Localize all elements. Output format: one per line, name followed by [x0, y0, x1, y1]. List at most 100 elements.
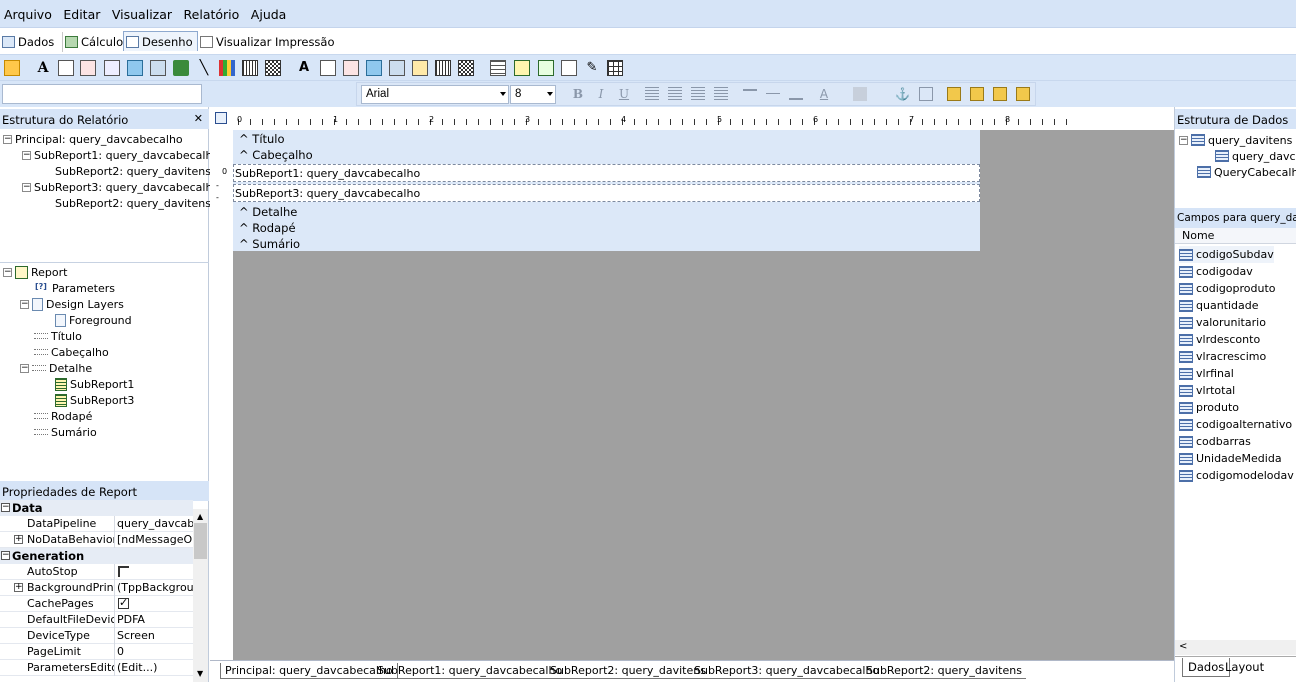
justify-icon[interactable] [714, 87, 728, 101]
property-value[interactable]: PDFA [117, 613, 193, 626]
tab-principal[interactable]: Principal: query_davcabecalho [220, 663, 398, 679]
tree-item-sumario[interactable]: Sumário [34, 424, 97, 440]
line-tool-icon[interactable]: ╲ [196, 60, 212, 76]
bring-to-front-icon[interactable] [947, 87, 961, 101]
subreport-tool-icon[interactable] [514, 60, 530, 76]
tab-subreport3[interactable]: SubReport3: query_davcabecalho [690, 663, 884, 679]
menu-ajuda[interactable]: Ajuda [247, 0, 291, 22]
field-item[interactable]: vlrfinal [1179, 365, 1234, 382]
fields-column-header[interactable]: Nome [1175, 228, 1296, 244]
field-item[interactable]: codigoSubdav [1179, 246, 1274, 263]
tree-item-report[interactable]: − Report [3, 264, 67, 280]
border-icon[interactable] [919, 87, 933, 101]
region-tool-icon[interactable] [490, 60, 506, 76]
data-tree-item[interactable]: query_davca [1215, 148, 1296, 164]
tab-calculo[interactable]: Cálculo [62, 32, 127, 52]
subreport1-component[interactable]: SubReport1: query_davcabecalho [233, 164, 980, 182]
scroll-thumb[interactable] [194, 523, 207, 559]
tree-item-parameters[interactable]: [?] Parameters [35, 280, 115, 296]
field-item[interactable]: produto [1179, 399, 1239, 416]
collapse-icon[interactable]: − [20, 299, 29, 309]
dbtext-tool-icon[interactable]: A [296, 60, 312, 76]
property-row[interactable]: + NoDataBehaviors[ndMessageOnl [0, 532, 193, 548]
band-sumario[interactable]: ^ Sumário [239, 237, 300, 252]
property-value[interactable]: Screen [117, 629, 193, 642]
select-pointer-icon[interactable] [4, 60, 20, 76]
systemvariable-tool-icon[interactable] [104, 60, 120, 76]
align-right-icon[interactable] [691, 87, 705, 101]
tree-item-detalhe[interactable]: − Detalhe [20, 360, 92, 376]
collapse-icon[interactable]: − [3, 134, 12, 144]
category-generation[interactable]: − Generation [0, 548, 193, 564]
field-item[interactable]: valorunitario [1179, 314, 1266, 331]
property-row[interactable]: + BackgroundPrintS(TppBackgroun [0, 580, 193, 596]
menu-visualizar[interactable]: Visualizar [108, 0, 176, 22]
tree-item[interactable]: − SubReport1: query_davcabecalho [22, 147, 219, 163]
property-row[interactable]: AutoStop [0, 564, 193, 580]
richtext-tool-icon[interactable] [80, 60, 96, 76]
collapse-icon[interactable]: − [1, 503, 10, 512]
field-item[interactable]: codigodav [1179, 263, 1253, 280]
italic-button[interactable]: I [594, 87, 608, 101]
data-tree-item[interactable]: − query_davitens [1179, 132, 1292, 148]
field-item[interactable]: vlracrescimo [1179, 348, 1266, 365]
scroll-left-icon[interactable]: < [1179, 641, 1187, 652]
field-item[interactable]: quantidade [1179, 297, 1259, 314]
tree-item-design-layers[interactable]: − Design Layers [20, 296, 124, 312]
menu-arquivo[interactable]: Arquivo [0, 0, 56, 22]
db2d-barcode-tool-icon[interactable] [458, 60, 474, 76]
tab-subreport2[interactable]: SubReport2: query_davitens [546, 663, 710, 679]
expand-icon[interactable]: + [14, 583, 23, 592]
close-icon[interactable]: ✕ [194, 112, 203, 125]
component-name-input[interactable] [2, 84, 202, 104]
collapse-icon[interactable]: − [3, 267, 12, 277]
tree-item[interactable]: − SubReport3: query_davcabecalho [22, 179, 219, 195]
bold-button[interactable]: B [571, 87, 585, 101]
chart-tool-icon[interactable] [219, 60, 235, 76]
highlight-color-icon[interactable] [853, 87, 867, 101]
collapse-icon[interactable]: − [1179, 135, 1188, 145]
send-to-back-icon[interactable] [970, 87, 984, 101]
properties-scrollbar[interactable]: ▲ ▼ [193, 509, 208, 682]
tree-item-foreground[interactable]: Foreground [55, 312, 132, 328]
menu-relatorio[interactable]: Relatório [180, 0, 244, 22]
tree-item-subreport1[interactable]: SubReport1 [55, 376, 134, 392]
memo-tool-icon[interactable] [58, 60, 74, 76]
fields-hscrollbar[interactable]: < [1175, 640, 1296, 655]
field-item[interactable]: vlrdesconto [1179, 331, 1260, 348]
anchor-icon[interactable]: ⚓ [895, 87, 910, 101]
tab-subreport2b[interactable]: SubReport2: query_davitens [862, 663, 1026, 679]
tree-item[interactable]: − Principal: query_davcabecalho [3, 131, 183, 147]
barcode-tool-icon[interactable] [242, 60, 258, 76]
tab-layout-right[interactable]: Layout [1220, 658, 1269, 676]
tree-item-subreport3[interactable]: SubReport3 [55, 392, 134, 408]
table-grid-tool-icon[interactable] [607, 60, 623, 76]
ruler-units-icon[interactable] [215, 112, 227, 124]
property-value[interactable]: query_davcabe [117, 517, 193, 530]
tab-dados[interactable]: Dados [0, 32, 58, 52]
property-row[interactable]: CachePages [0, 596, 193, 612]
dbcheckbox-tool-icon[interactable] [412, 60, 428, 76]
dbmemo-tool-icon[interactable] [320, 60, 336, 76]
scroll-up-icon[interactable]: ▲ [197, 512, 203, 521]
shape-tool-icon[interactable] [173, 60, 189, 76]
property-value[interactable]: (TppBackgroun [117, 581, 193, 594]
align-left-icon[interactable] [645, 87, 659, 101]
property-row[interactable]: DeviceType Screen [0, 628, 193, 644]
tree-item[interactable]: SubReport2: query_davitens [55, 163, 211, 179]
collapse-icon[interactable]: − [22, 182, 31, 192]
font-color-icon[interactable]: A [817, 87, 831, 101]
tree-item-titulo[interactable]: Título [34, 328, 82, 344]
dbrichtext-tool-icon[interactable] [343, 60, 359, 76]
bring-forward-icon[interactable] [993, 87, 1007, 101]
tab-subreport1[interactable]: SubReport1: query_davcabecalho [373, 663, 567, 679]
property-row[interactable]: ParametersEditor (Edit...) [0, 660, 193, 676]
field-item[interactable]: codigoalternativo [1179, 416, 1292, 433]
align-middle-icon[interactable] [766, 93, 780, 99]
crosstab-tool-icon[interactable] [538, 60, 554, 76]
property-value[interactable]: 0 [117, 645, 193, 658]
property-value[interactable]: [ndMessageOnl [117, 533, 193, 546]
property-row[interactable]: DefaultFileDevice PDFA [0, 612, 193, 628]
tab-visualizar-impressao[interactable]: Visualizar Impressão [198, 32, 339, 52]
pagebreak-tool-icon[interactable] [561, 60, 577, 76]
